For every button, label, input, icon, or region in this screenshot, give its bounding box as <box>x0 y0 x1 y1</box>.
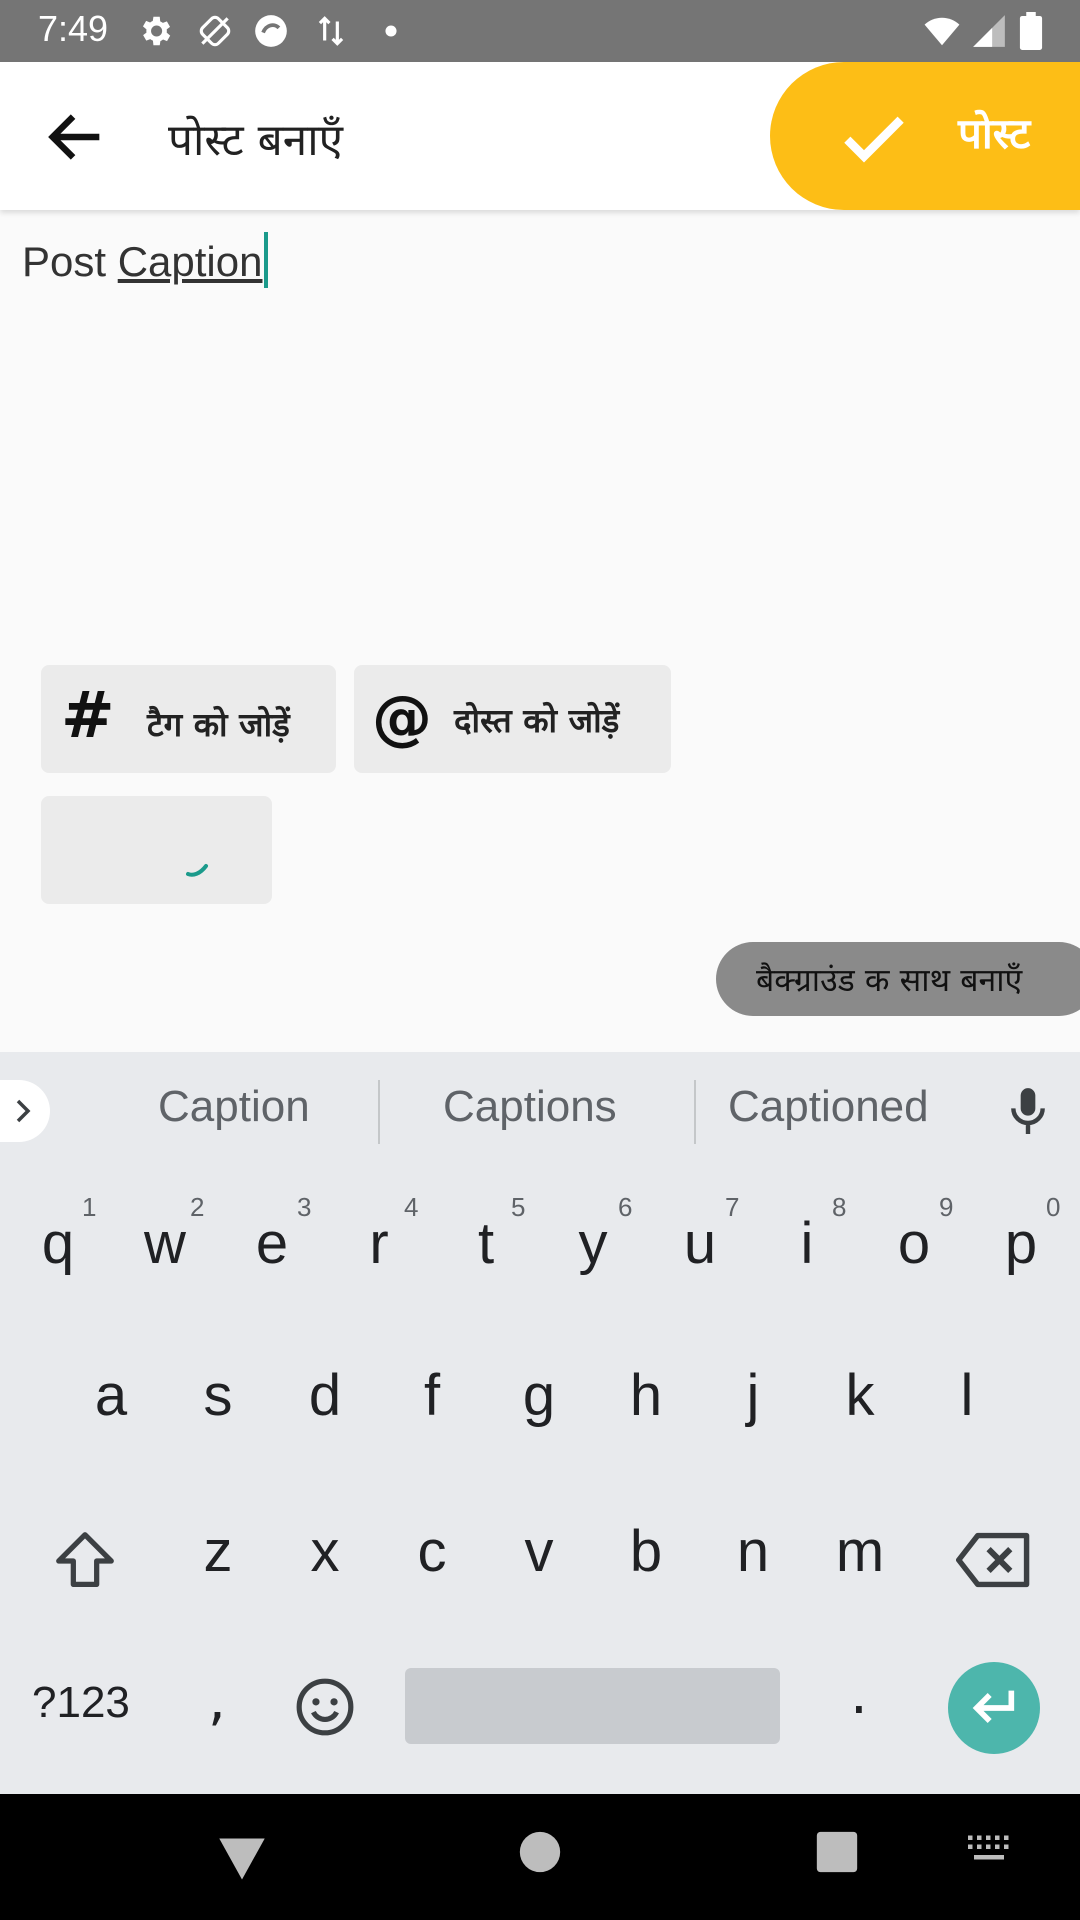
key-s[interactable]: s <box>168 1346 268 1446</box>
add-tag-label: टैग को जोड़ें <box>147 705 290 744</box>
key-h[interactable]: h <box>596 1346 696 1446</box>
loading-spinner-icon <box>186 864 208 877</box>
page-title: पोस्ट बनाएँ <box>168 115 343 166</box>
signal-icon <box>973 15 1005 47</box>
caption-text-plain: Post <box>22 238 118 285</box>
at-sign-icon: @ <box>372 683 432 753</box>
battery-icon <box>1019 12 1043 50</box>
key-f[interactable]: f <box>382 1346 482 1446</box>
key-hint-4: 4 <box>404 1192 419 1222</box>
add-friend-label: दोस्त को जोड़ें <box>454 701 620 740</box>
key-hint-5: 5 <box>511 1192 526 1222</box>
post-button-label: पोस्ट <box>958 109 1031 158</box>
caption-input[interactable]: Post Caption <box>22 232 269 288</box>
key-hint-7: 7 <box>725 1192 740 1222</box>
add-tag-chip[interactable]: # टैग को जोड़ें <box>41 665 336 773</box>
dot-icon <box>385 25 397 37</box>
key-d[interactable]: d <box>275 1346 375 1446</box>
key-j[interactable]: j <box>703 1346 803 1446</box>
key-hint-9: 9 <box>939 1192 954 1222</box>
create-with-background-button[interactable]: बैक्ग्राउंड क साथ बनाएँ <box>716 942 1080 1016</box>
suggestion-1[interactable]: Caption <box>158 1082 310 1132</box>
key-hint-6: 6 <box>618 1192 633 1222</box>
app-bar: पोस्ट बनाएँ पोस्ट <box>0 62 1080 210</box>
no-sync-icon <box>199 15 231 47</box>
suggestion-strip: Caption Captions Captioned <box>0 1052 1080 1168</box>
key-c[interactable]: c <box>382 1502 482 1602</box>
navigation-bar <box>0 1794 1080 1920</box>
key-hint-1: 1 <box>82 1192 97 1222</box>
hashtag-icon: # <box>61 679 115 753</box>
app-notification-icon <box>255 15 287 47</box>
symbols-key[interactable]: ?123 <box>32 1678 130 1728</box>
add-friend-chip[interactable]: @ दोस्त को जोड़ें <box>354 665 671 773</box>
key-x[interactable]: x <box>275 1502 375 1602</box>
key-z[interactable]: z <box>168 1502 268 1602</box>
status-bar: 7:49 <box>0 0 1080 62</box>
backspace-icon[interactable] <box>956 1530 1032 1590</box>
data-transfer-icon <box>318 16 344 46</box>
status-time: 7:49 <box>38 8 109 49</box>
key-hint-8: 8 <box>832 1192 847 1222</box>
enter-button[interactable] <box>948 1662 1040 1754</box>
key-m[interactable]: m <box>810 1502 910 1602</box>
key-hint-2: 2 <box>190 1192 205 1222</box>
shift-icon[interactable] <box>50 1526 120 1596</box>
recents-square-icon[interactable] <box>815 1830 859 1874</box>
keyboard-switch-icon[interactable] <box>966 1834 1012 1864</box>
suggestion-3[interactable]: Captioned <box>728 1082 929 1132</box>
chevron-right-icon <box>16 1099 31 1123</box>
key-period[interactable]: . <box>850 1662 868 1727</box>
create-with-background-label: बैक्ग्राउंड क साथ बनाएँ <box>756 961 1023 999</box>
key-hint-3: 3 <box>297 1192 312 1222</box>
suggestion-divider <box>378 1080 380 1144</box>
back-triangle-icon[interactable] <box>214 1834 270 1884</box>
suggestion-divider <box>694 1080 696 1144</box>
check-icon <box>844 116 904 163</box>
key-b[interactable]: b <box>596 1502 696 1602</box>
wifi-icon <box>924 17 960 46</box>
key-k[interactable]: k <box>810 1346 910 1446</box>
key-v[interactable]: v <box>489 1502 589 1602</box>
back-arrow-icon[interactable] <box>36 102 116 172</box>
key-a[interactable]: a <box>61 1346 161 1446</box>
key-hint-0: 0 <box>1046 1192 1061 1222</box>
keyboard: q w e r t y u i o p 1 2 3 4 5 6 7 8 9 0 … <box>0 1168 1080 1794</box>
key-g[interactable]: g <box>489 1346 589 1446</box>
caption-text-composing: Caption <box>117 238 263 285</box>
key-l[interactable]: l <box>917 1346 1017 1446</box>
microphone-icon[interactable] <box>1006 1084 1050 1140</box>
key-comma[interactable]: , <box>208 1668 226 1733</box>
enter-icon <box>972 1690 1015 1723</box>
post-button[interactable]: पोस्ट <box>770 62 1080 210</box>
text-cursor <box>264 232 269 288</box>
space-bar[interactable] <box>405 1668 780 1744</box>
settings-icon <box>142 16 171 46</box>
home-circle-icon[interactable] <box>518 1830 562 1874</box>
emoji-icon[interactable] <box>294 1676 356 1738</box>
loading-chip[interactable] <box>41 796 272 904</box>
key-n[interactable]: n <box>703 1502 803 1602</box>
suggestion-2[interactable]: Captions <box>443 1082 617 1132</box>
expand-toolbar-button[interactable] <box>0 1080 50 1142</box>
